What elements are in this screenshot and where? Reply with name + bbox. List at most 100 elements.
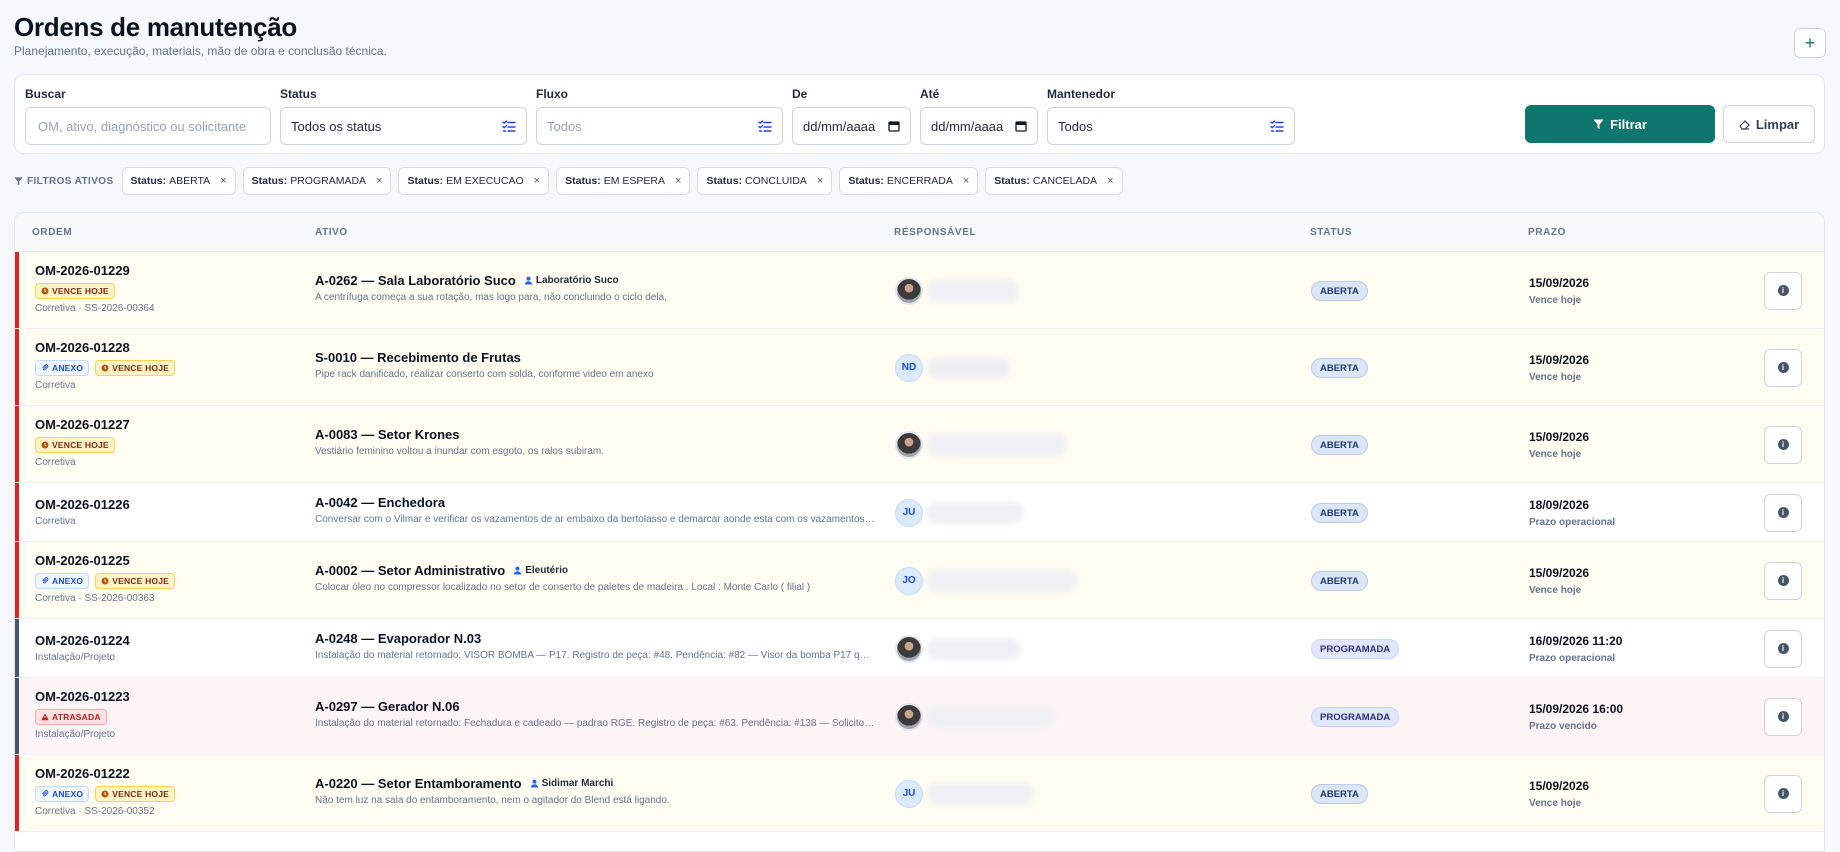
- order-id[interactable]: OM-2026-01227: [35, 417, 130, 432]
- asset-cell: A-0083 — Setor Krones Vestiário feminino …: [315, 427, 895, 457]
- anexo-badge-label: ANEXO: [52, 789, 84, 799]
- responsible-name-redacted: [927, 637, 1021, 660]
- asset-name[interactable]: A-0002 — Setor Administrativo: [315, 563, 505, 578]
- details-button[interactable]: i: [1764, 774, 1802, 813]
- priority-bar: [15, 483, 19, 541]
- anexo-badge-label: ANEXO: [52, 576, 84, 586]
- table-row[interactable]: OM-2026-01228 ANEXO VENCE HOJE Corretiva S-0…: [15, 329, 1824, 406]
- responsible-name-redacted: [927, 782, 1033, 805]
- order-id[interactable]: OM-2026-01226: [35, 497, 130, 512]
- col-ordem-header: ORDEM: [32, 227, 73, 238]
- order-id[interactable]: OM-2026-01229: [35, 263, 155, 278]
- mantenedor-select[interactable]: Todos: [1047, 107, 1295, 145]
- order-id[interactable]: OM-2026-01222: [35, 766, 175, 781]
- vence-badge-label: VENCE HOJE: [112, 789, 170, 799]
- asset-name[interactable]: A-0042 — Enchedora: [315, 495, 445, 510]
- table-row[interactable]: OM-2026-01225 ANEXO VENCE HOJE Corretiva · …: [15, 542, 1824, 619]
- details-button[interactable]: i: [1764, 425, 1802, 464]
- anexo-badge: ANEXO: [35, 360, 90, 376]
- remove-filter-icon[interactable]: ×: [534, 175, 540, 187]
- responsible-cell: [895, 702, 1055, 731]
- fluxo-select[interactable]: Todos: [536, 107, 783, 145]
- asset-cell: A-0297 — Gerador N.06 Instalação do mater…: [315, 699, 895, 729]
- info-icon: i: [1777, 788, 1789, 799]
- order-cell: OM-2026-01229 VENCE HOJE Corretiva · SS-20…: [35, 263, 155, 314]
- order-meta: Corretiva · SS-2026-00363: [35, 593, 155, 604]
- status-badge: ABERTA: [1311, 435, 1368, 455]
- info-icon: i: [1777, 439, 1789, 450]
- details-button[interactable]: i: [1764, 697, 1802, 736]
- responsible-cell: ND: [895, 353, 1011, 382]
- order-id[interactable]: OM-2026-01228: [35, 340, 175, 355]
- filter-chip-key: Status:: [130, 175, 167, 187]
- priority-bar: [15, 252, 19, 328]
- responsible-name-redacted: [927, 569, 1077, 592]
- date-to-input[interactable]: dd/mm/aaaa: [920, 107, 1038, 145]
- fluxo-select-value: Todos: [547, 118, 582, 134]
- vence-badge: VENCE HOJE: [35, 437, 115, 453]
- order-id[interactable]: OM-2026-01224: [35, 633, 130, 648]
- clock-icon: [41, 441, 49, 449]
- remove-filter-icon[interactable]: ×: [817, 175, 823, 187]
- filter-button[interactable]: Filtrar: [1525, 105, 1715, 143]
- vence-badge: VENCE HOJE: [95, 573, 176, 589]
- table-row[interactable]: OM-2026-01229 VENCE HOJE Corretiva · SS-20…: [15, 252, 1824, 329]
- remove-filter-icon[interactable]: ×: [376, 175, 382, 187]
- deadline-status: Prazo operacional: [1529, 652, 1616, 664]
- avatar: [895, 276, 923, 305]
- details-button[interactable]: i: [1764, 561, 1802, 600]
- details-button[interactable]: i: [1764, 493, 1802, 532]
- status-badge: ABERTA: [1311, 281, 1368, 301]
- status-cell: ABERTA: [1311, 358, 1368, 378]
- vence-badge: VENCE HOJE: [35, 283, 115, 299]
- asset-name[interactable]: A-0083 — Setor Krones: [315, 427, 460, 442]
- requester: Sidimar Marchi: [530, 778, 613, 789]
- priority-bar: [15, 755, 19, 831]
- asset-cell: A-0002 — Setor Administrativo Eleutério Co…: [315, 563, 895, 593]
- table-row[interactable]: OM-2026-01224 Instalação/Projeto A-0248 — …: [15, 619, 1824, 678]
- deadline-date: 15/09/2026: [1529, 429, 1590, 444]
- remove-filter-icon[interactable]: ×: [963, 175, 969, 187]
- deadline-status: Vence hoje: [1529, 797, 1582, 809]
- status-select[interactable]: Todos os status: [280, 107, 527, 145]
- info-icon: i: [1777, 507, 1789, 518]
- asset-cell: A-0248 — Evaporador N.03 Instalação do ma…: [315, 631, 895, 661]
- responsible-cell: JU: [895, 498, 1023, 527]
- remove-filter-icon[interactable]: ×: [675, 175, 681, 187]
- table-row[interactable]: OM-2026-01227 VENCE HOJE Corretiva A-0083 —…: [15, 406, 1824, 483]
- asset-name[interactable]: A-0220 — Setor Entamboramento: [315, 776, 522, 791]
- status-cell: ABERTA: [1311, 571, 1368, 591]
- status-badge: ABERTA: [1311, 784, 1368, 804]
- table-header: ORDEM ATIVO RESPONSÁVEL STATUS PRAZO: [15, 213, 1824, 252]
- add-order-button[interactable]: +: [1794, 28, 1826, 58]
- anexo-badge: ANEXO: [35, 573, 90, 589]
- asset-name[interactable]: A-0262 — Sala Laboratório Suco: [315, 273, 516, 288]
- vence-badge: VENCE HOJE: [95, 360, 176, 376]
- clear-button[interactable]: Limpar: [1723, 105, 1815, 143]
- asset-name[interactable]: A-0297 — Gerador N.06: [315, 699, 460, 714]
- status-badge: ABERTA: [1311, 503, 1368, 523]
- remove-filter-icon[interactable]: ×: [220, 175, 226, 187]
- table-row[interactable]: OM-2026-01226 Corretiva A-0042 — Enchedora…: [15, 483, 1824, 542]
- order-badges: ANEXO VENCE HOJE: [35, 786, 176, 802]
- date-from-input[interactable]: dd/mm/aaaa: [792, 107, 911, 145]
- details-button[interactable]: i: [1764, 629, 1802, 668]
- asset-name[interactable]: A-0248 — Evaporador N.03: [315, 631, 481, 646]
- filter-chip: Status: CANCELADA ×: [985, 167, 1123, 195]
- details-button[interactable]: i: [1764, 271, 1802, 310]
- filter-chip-key: Status:: [994, 175, 1030, 187]
- vence-badge-label: VENCE HOJE: [112, 363, 170, 373]
- table-row[interactable]: OM-2026-01222 ANEXO VENCE HOJE Corretiva · …: [15, 755, 1824, 832]
- details-button[interactable]: i: [1764, 348, 1802, 387]
- order-id[interactable]: OM-2026-01225: [35, 553, 175, 568]
- table-row[interactable]: OM-2026-01223 ATRASADA Instalação/Projeto A…: [15, 678, 1824, 755]
- asset-description: Instalação do material retornado: Fechad…: [315, 717, 875, 729]
- asset-name[interactable]: S-0010 — Recebimento de Frutas: [315, 350, 521, 365]
- paperclip-icon: [41, 577, 49, 585]
- remove-filter-icon[interactable]: ×: [1107, 175, 1113, 187]
- funnel-icon: [1593, 119, 1604, 129]
- order-id[interactable]: OM-2026-01223: [35, 689, 130, 704]
- vence-badge: VENCE HOJE: [95, 786, 176, 802]
- search-input[interactable]: [36, 117, 260, 135]
- vence-badge-label: VENCE HOJE: [52, 440, 109, 450]
